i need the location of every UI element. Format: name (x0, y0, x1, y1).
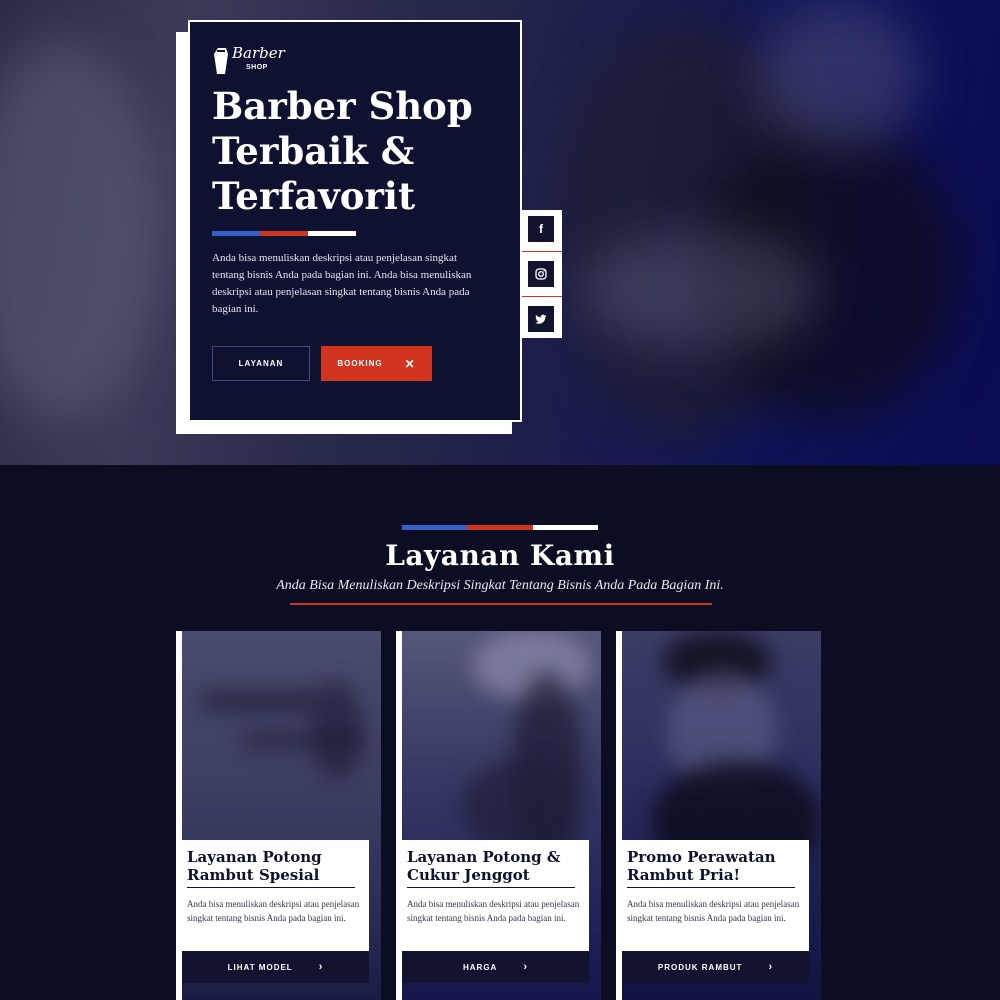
service-card: Layanan Potong Rambut Spesial Anda bisa … (176, 631, 381, 1000)
chevron-right-icon: › (318, 961, 324, 973)
produk-rambut-button[interactable]: PRODUK RAMBUT › (622, 951, 809, 983)
hero-description: Anda bisa menuliskan deskripsi atau penj… (212, 252, 472, 315)
service-card-title: Layanan Potong Rambut Spesial (187, 848, 322, 884)
barber-shop-logo[interactable]: Barber SHOP (212, 44, 285, 82)
service-card-panel: Layanan Potong Rambut Spesial Anda bisa … (182, 840, 369, 951)
lihat-model-button[interactable]: LIHAT MODEL › (182, 951, 369, 983)
service-card-description: Anda bisa menuliskan deskripsi atau penj… (187, 899, 360, 923)
chevron-right-icon: › (768, 961, 774, 973)
hero-card: Barber SHOP Barber Shop Terbaik & Terfav… (188, 20, 522, 422)
hero-background-image (0, 40, 160, 420)
twitter-icon[interactable] (528, 306, 554, 332)
service-card-description: Anda bisa menuliskan deskripsi atau penj… (407, 899, 580, 923)
layanan-button-label: LAYANAN (238, 359, 284, 368)
tricolor-divider (212, 231, 356, 236)
services-section: Layanan Kami Anda Bisa Menuliskan Deskri… (0, 465, 1000, 1000)
service-card-button-label: HARGA (462, 962, 498, 972)
close-x-icon: ✕ (404, 356, 416, 371)
logo-sub-text: SHOP (246, 64, 268, 71)
service-card-button-label: PRODUK RAMBUT (657, 962, 743, 972)
facebook-icon[interactable]: f (528, 216, 554, 242)
service-card: Layanan Potong & Cukur Jenggot Anda bisa… (396, 631, 601, 1000)
service-card-panel: Layanan Potong & Cukur Jenggot Anda bisa… (402, 840, 589, 951)
layanan-button[interactable]: LAYANAN (212, 346, 310, 381)
service-card-button-label: LIHAT MODEL (227, 962, 293, 972)
booking-button[interactable]: BOOKING ✕ (321, 346, 432, 381)
booking-button-label: BOOKING (337, 359, 383, 368)
hero-section: Barber SHOP Barber Shop Terbaik & Terfav… (0, 0, 1000, 465)
instagram-icon[interactable] (528, 261, 554, 287)
chevron-right-icon: › (523, 961, 528, 973)
service-card: Promo Perawatan Rambut Pria! Anda bisa m… (616, 631, 821, 1000)
service-card-description: Anda bisa menuliskan deskripsi atau penj… (627, 899, 800, 923)
section-subtitle: Anda Bisa Menuliskan Deskripsi Singkat T… (276, 578, 724, 593)
clipper-icon (214, 48, 228, 74)
harga-button[interactable]: HARGA › (402, 951, 589, 983)
tricolor-divider (402, 525, 598, 530)
section-title: Layanan Kami (385, 539, 615, 572)
service-card-title: Layanan Potong & Cukur Jenggot (407, 848, 561, 884)
hero-title: Barber Shop Terbaik & Terfavorit (212, 84, 473, 218)
social-strip: f (522, 210, 562, 338)
section-underline (290, 603, 712, 605)
service-card-title: Promo Perawatan Rambut Pria! (627, 848, 776, 884)
logo-script-text: Barber (232, 44, 285, 62)
service-card-panel: Promo Perawatan Rambut Pria! Anda bisa m… (622, 840, 809, 951)
